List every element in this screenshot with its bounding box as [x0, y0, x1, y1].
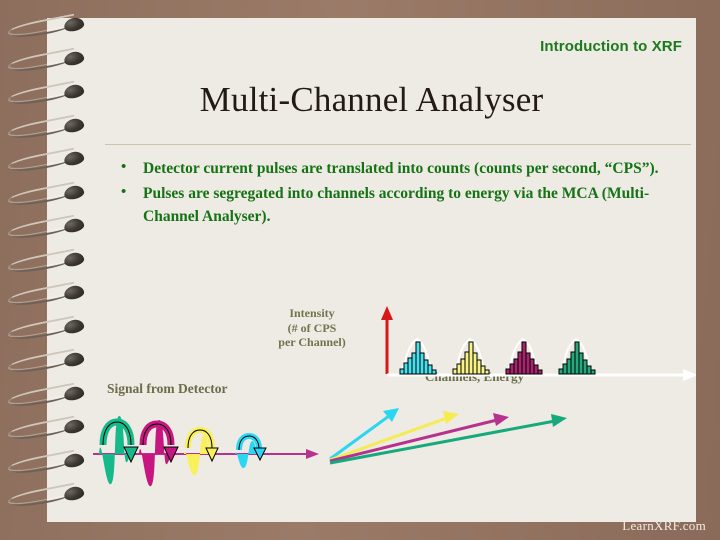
diagram-svg	[93, 306, 696, 487]
footer-brand: LearnXRF.com	[622, 518, 706, 533]
route-teal-arrowhead-icon	[551, 414, 567, 427]
routing-arrows	[329, 408, 567, 465]
histogram-group-teal	[558, 337, 596, 375]
mca-diagram: Intensity (# of CPS per Channel) Signal …	[47, 18, 696, 522]
route-magenta-arrowhead-icon	[493, 413, 509, 426]
slide-canvas: Introduction to XRF Multi-Channel Analys…	[0, 0, 720, 540]
route-yellow-arrowhead-icon	[443, 411, 459, 424]
histogram-group-magenta	[505, 337, 543, 375]
route-yellow	[329, 416, 448, 462]
histogram-group-cyan	[399, 337, 437, 375]
baseline-arrowhead-icon	[306, 449, 319, 459]
pulse-yellow	[184, 426, 219, 476]
pulse-arc	[185, 426, 215, 449]
x-axis-arrowhead-icon	[683, 369, 696, 381]
diagram-graphics	[47, 18, 696, 522]
route-teal	[329, 419, 556, 465]
histogram-group-yellow	[452, 337, 490, 375]
y-axis-arrowhead-icon	[381, 306, 393, 320]
pulse-cyan	[235, 432, 267, 469]
pulse-teal	[99, 415, 139, 485]
slide-page: Introduction to XRF Multi-Channel Analys…	[47, 18, 696, 522]
